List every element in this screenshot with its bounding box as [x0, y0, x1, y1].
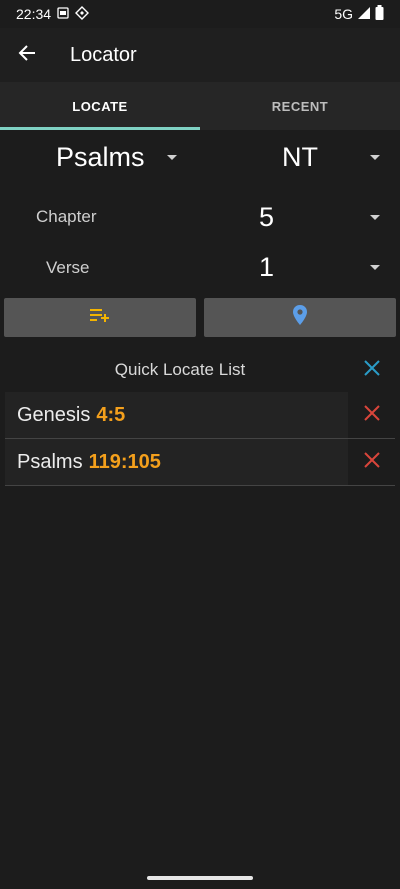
verse-value: 1	[259, 252, 275, 282]
chapter-dropdown[interactable]: 5	[259, 202, 381, 233]
chapter-label: Chapter	[36, 207, 97, 226]
signal-icon	[357, 6, 371, 23]
quick-list: Genesis 4:5 Psalms 119:105	[5, 392, 395, 486]
entry-book: Genesis	[17, 403, 91, 426]
delete-entry-button[interactable]	[348, 451, 395, 474]
caret-down-icon	[370, 155, 380, 160]
testament-dropdown[interactable]: NT	[282, 142, 380, 173]
list-item: Psalms 119:105	[5, 439, 395, 486]
verse-dropdown[interactable]: 1	[259, 252, 381, 283]
close-icon	[363, 404, 381, 427]
delete-entry-button[interactable]	[348, 404, 395, 427]
home-indicator[interactable]	[147, 876, 253, 880]
locate-button[interactable]	[204, 298, 396, 337]
entry-ref: 4:5	[96, 403, 126, 426]
list-item: Genesis 4:5	[5, 392, 395, 439]
status-bar: 22:34 5G	[0, 0, 400, 28]
quick-list-entry[interactable]: Psalms 119:105	[5, 439, 348, 485]
book-row: Psalms NT	[0, 138, 400, 186]
caret-down-icon	[370, 265, 381, 270]
add-to-quick-list-button[interactable]	[4, 298, 196, 337]
page-title: Locator	[70, 43, 137, 66]
back-button[interactable]	[0, 28, 54, 82]
back-arrow-icon	[18, 44, 36, 67]
book-dropdown[interactable]: Psalms	[56, 142, 177, 173]
book-value: Psalms	[56, 142, 145, 172]
quick-list-entry[interactable]: Genesis 4:5	[5, 392, 348, 438]
caret-down-icon	[370, 215, 381, 220]
add-to-list-icon	[89, 307, 111, 328]
verse-label: Verse	[46, 258, 90, 277]
chapter-value: 5	[259, 202, 275, 232]
tab-bar: LOCATE RECENT	[0, 82, 400, 130]
sim-icon	[57, 6, 69, 22]
testament-value: NT	[282, 142, 318, 172]
clear-list-button[interactable]	[358, 356, 386, 384]
quick-list-header: Quick Locate List	[0, 350, 400, 390]
battery-icon	[375, 5, 384, 23]
entry-ref: 119:105	[88, 450, 161, 473]
tab-recent[interactable]: RECENT	[200, 82, 400, 130]
close-icon	[363, 359, 381, 382]
network-label: 5G	[334, 6, 353, 22]
quick-list-title: Quick Locate List	[114, 360, 246, 379]
entry-book: Psalms	[17, 450, 83, 473]
app-bar: Locator	[0, 28, 400, 82]
status-time: 22:34	[16, 6, 52, 22]
caret-down-icon	[166, 155, 177, 160]
tab-locate[interactable]: LOCATE	[0, 82, 200, 130]
vpn-icon	[75, 5, 90, 23]
location-pin-icon	[292, 304, 308, 331]
close-icon	[363, 451, 381, 474]
